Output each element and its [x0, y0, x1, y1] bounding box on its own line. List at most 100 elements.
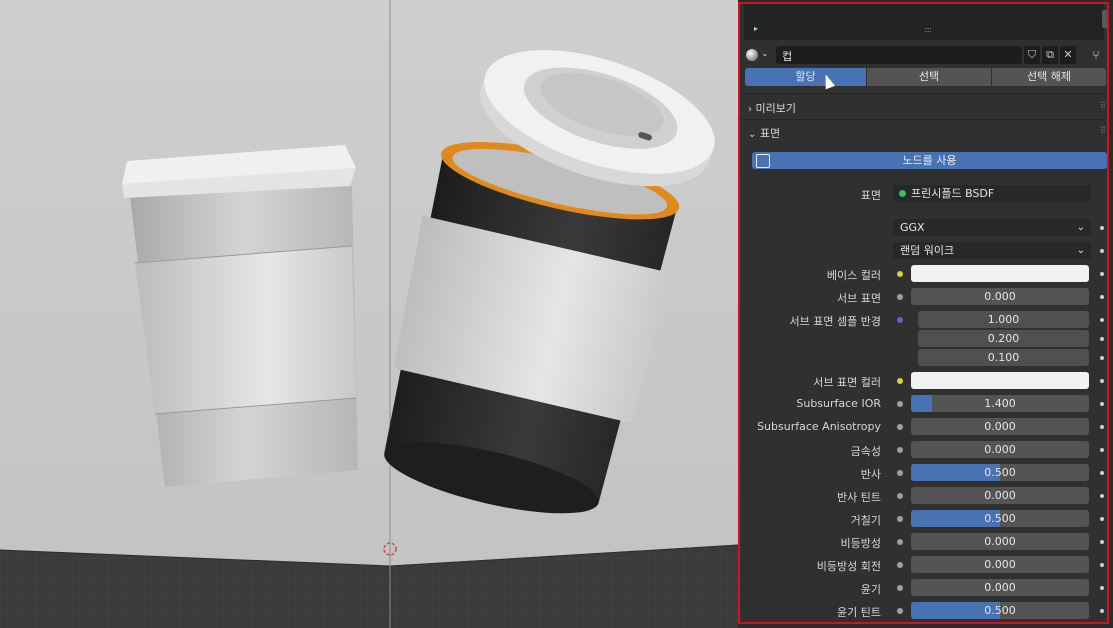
property-value: 0.500: [984, 466, 1016, 479]
number-slider[interactable]: 0.500: [911, 510, 1089, 527]
number-slider[interactable]: 0.500: [911, 602, 1089, 619]
input-socket-icon[interactable]: [897, 294, 903, 300]
chevron-down-icon: ⌄: [748, 129, 757, 140]
keyframe-dot[interactable]: [1100, 494, 1104, 498]
vector-component-field[interactable]: 1.000: [918, 311, 1089, 328]
material-browse-button[interactable]: ⌄: [746, 46, 774, 64]
property-label: 서브 표면 컬러: [813, 376, 881, 389]
keyframe-dot[interactable]: [1100, 425, 1104, 429]
surface-section-header[interactable]: ⌄ 표면: [748, 125, 780, 141]
number-slider[interactable]: 1.400: [911, 395, 1089, 412]
node-tree-icon[interactable]: ⑂: [1088, 46, 1104, 64]
keyframe-dot[interactable]: [1100, 356, 1104, 360]
property-label: 서브 표면: [837, 292, 881, 305]
keyframe-dot[interactable]: [1100, 471, 1104, 475]
right-cup: [384, 142, 680, 514]
input-socket-icon[interactable]: [897, 516, 903, 522]
keyframe-dot[interactable]: [1100, 563, 1104, 567]
subsurface-method-value: 랜덤 워이크: [900, 244, 955, 257]
select-button[interactable]: 선택: [867, 68, 991, 86]
input-socket-icon[interactable]: [897, 470, 903, 476]
keyframe-dot[interactable]: [1100, 337, 1104, 341]
keyframe-dot[interactable]: [1100, 540, 1104, 544]
chevron-down-icon: ⌄: [1076, 222, 1085, 233]
distribution-value: GGX: [900, 221, 925, 234]
keyframe-dot[interactable]: [1100, 517, 1104, 521]
list-scroll-icon[interactable]: [1102, 10, 1107, 28]
vector-component-field[interactable]: 0.200: [918, 330, 1089, 347]
chevron-down-icon: ⌄: [1076, 245, 1085, 256]
property-value: 0.000: [984, 558, 1016, 571]
input-socket-icon[interactable]: [897, 562, 903, 568]
play-icon: ▸: [754, 24, 759, 33]
vector-component-field[interactable]: 0.100: [918, 349, 1089, 366]
surface-shader-value: 프린시플드 BSDF: [911, 187, 995, 200]
keyframe-dot[interactable]: [1100, 295, 1104, 299]
number-slider[interactable]: 0.000: [911, 533, 1089, 550]
keyframe-dot[interactable]: [1100, 272, 1104, 276]
material-name-field[interactable]: 컵: [776, 46, 1022, 64]
drag-grip-icon[interactable]: ⠿: [1100, 126, 1106, 135]
input-socket-icon[interactable]: [897, 424, 903, 430]
input-socket-icon[interactable]: [897, 378, 903, 384]
property-value: 1.000: [987, 313, 1020, 326]
number-slider[interactable]: 0.000: [911, 441, 1089, 458]
input-socket-icon[interactable]: [897, 271, 903, 277]
property-label: 서브 표면 셈플 반경: [789, 315, 881, 328]
keyframe-dot[interactable]: [1100, 402, 1104, 406]
viewport-scene[interactable]: [0, 0, 738, 628]
assign-button[interactable]: 할당: [745, 68, 866, 86]
input-socket-icon[interactable]: [897, 317, 903, 323]
property-value: 0.000: [984, 420, 1016, 433]
material-slot-list[interactable]: ▸ ::::: [744, 4, 1104, 40]
shader-socket-icon: [899, 190, 906, 197]
input-socket-icon[interactable]: [897, 608, 903, 614]
input-socket-icon[interactable]: [897, 493, 903, 499]
unlink-material-close-icon[interactable]: ✕: [1060, 46, 1076, 64]
number-slider[interactable]: 0.000: [911, 556, 1089, 573]
property-label: 반사 틴트: [837, 491, 881, 504]
node-icon: [756, 154, 770, 168]
slider-fill: [911, 395, 933, 412]
3d-viewport[interactable]: [0, 0, 738, 628]
number-slider[interactable]: 0.000: [911, 487, 1089, 504]
input-socket-icon[interactable]: [897, 585, 903, 591]
input-socket-icon[interactable]: [897, 401, 903, 407]
keyframe-dot[interactable]: [1100, 448, 1104, 452]
property-value: 0.000: [984, 489, 1016, 502]
property-value: 0.000: [984, 581, 1016, 594]
property-value: 1.400: [984, 397, 1016, 410]
subsurface-method-dropdown[interactable]: 랜덤 워이크 ⌄: [893, 242, 1091, 259]
surface-shader-label: 표면: [860, 189, 881, 202]
number-slider[interactable]: 0.500: [911, 464, 1089, 481]
property-label: 거칠기: [850, 514, 881, 527]
property-label: 윤기 틴트: [837, 606, 881, 619]
drag-grip-icon[interactable]: ⠿: [1100, 101, 1106, 110]
color-swatch[interactable]: [911, 265, 1089, 282]
distribution-dropdown[interactable]: GGX ⌄: [893, 219, 1091, 236]
input-socket-icon[interactable]: [897, 539, 903, 545]
duplicate-material-icon[interactable]: ⧉: [1042, 46, 1058, 64]
keyframe-dot[interactable]: [1100, 586, 1104, 590]
left-cup: [122, 145, 358, 487]
keyframe-dot[interactable]: [1100, 379, 1104, 383]
surface-shader-selector[interactable]: 프린시플드 BSDF: [893, 185, 1091, 202]
number-slider[interactable]: 0.000: [911, 579, 1089, 596]
fake-user-shield-icon[interactable]: ⛉: [1024, 46, 1040, 64]
number-slider[interactable]: 0.000: [911, 288, 1089, 305]
use-nodes-button[interactable]: 노드를 사용: [752, 152, 1107, 169]
keyframe-dot[interactable]: [1100, 318, 1104, 322]
divider: [740, 93, 1107, 94]
resize-handle-icon[interactable]: ::::: [924, 25, 932, 34]
color-swatch[interactable]: [911, 372, 1089, 389]
preview-section-header[interactable]: › 미리보기: [748, 100, 796, 116]
property-value: 0.000: [984, 290, 1016, 303]
deselect-button[interactable]: 선택 해제: [992, 68, 1106, 86]
socket-dot[interactable]: [1100, 226, 1104, 230]
property-value: 0.500: [984, 604, 1016, 617]
property-value: 0.000: [984, 535, 1016, 548]
input-socket-icon[interactable]: [897, 447, 903, 453]
keyframe-dot[interactable]: [1100, 609, 1104, 613]
socket-dot[interactable]: [1100, 249, 1104, 253]
number-slider[interactable]: 0.000: [911, 418, 1089, 435]
